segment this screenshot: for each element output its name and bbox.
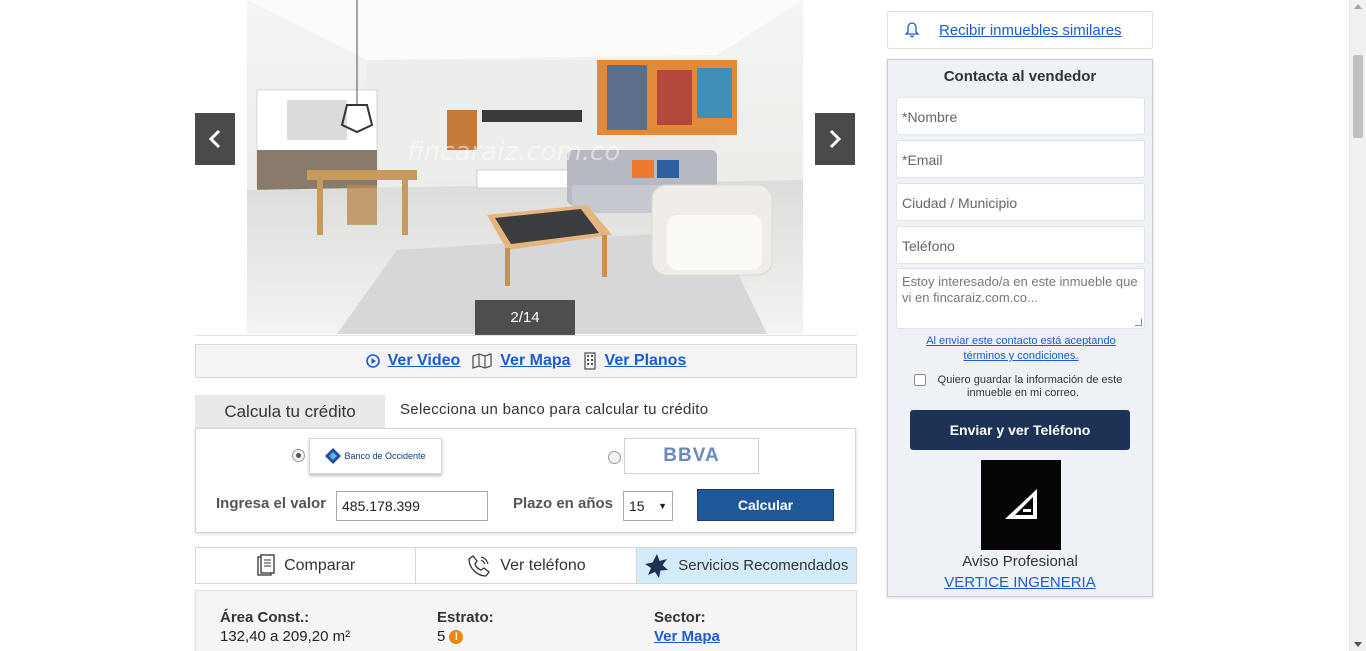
calculate-button[interactable]: Calcular [697,489,834,521]
page-scrollbar[interactable] [1349,0,1366,651]
city-field[interactable]: Ciudad / Municipio [896,183,1145,221]
action-tabs: Comparar Ver teléfono Servicios Recomend… [195,547,857,584]
chevron-left-icon [208,129,221,149]
estrato-label: Estrato: [437,609,494,626]
chevron-right-icon [829,129,842,149]
occidente-logo-icon [325,448,342,464]
view-phone-button[interactable]: Ver teléfono [416,548,637,583]
map-link[interactable]: Ver Mapa [472,352,571,370]
property-photo[interactable]: fincaraiz.com.co [247,0,803,334]
estrato-value: 5 [437,628,446,645]
building-icon [583,352,596,370]
caret-down-icon: ▼ [658,501,667,511]
email-field[interactable]: *Email [896,140,1145,178]
divider [195,335,857,336]
compare-icon [257,553,275,576]
video-link[interactable]: Ver Video [365,352,461,370]
map-icon [472,353,492,369]
contact-title: Contacta al vendedor [943,68,1097,85]
message-placeholder: Estoy interesado/a en este inmueble que … [902,274,1138,305]
play-icon [365,354,380,368]
vertice-logo-icon [1005,489,1037,519]
similar-properties-link[interactable]: Recibir inmuebles similares [939,22,1122,39]
view-phone-label: Ver teléfono [500,556,586,574]
agent-name-link[interactable]: VERTICE INGENERIA [888,574,1152,591]
photo-gallery: fincaraiz.com.co 2/14 [195,0,857,336]
compare-label: Comparar [284,556,356,574]
scroll-thumb[interactable] [1353,55,1363,138]
area-detail: Área Const.: 132,40 a 209,20 m² [220,609,350,645]
save-info-text: Quiero guardar la información de este in… [937,374,1123,399]
photo-counter: 2/14 [475,300,575,335]
credit-tab[interactable]: Calcula tu crédito [195,395,385,428]
plans-link[interactable]: Ver Planos [583,352,687,370]
info-warning-icon[interactable]: ! [449,629,464,644]
phone-field[interactable]: Teléfono [896,226,1145,264]
terms-link[interactable]: Al enviar este contacto está aceptando t… [913,334,1129,364]
sector-detail: Sector: Ver Mapa [654,609,720,645]
scroll-up-icon[interactable] [1354,4,1362,9]
media-links-bar: Ver Video Ver Mapa Ver Planos [195,344,857,378]
plans-link-label: Ver Planos [604,352,687,369]
agent-type: Aviso Profesional [962,553,1078,570]
area-value: 132,40 a 209,20 m² [220,628,351,645]
resize-handle[interactable] [1135,319,1142,326]
star-badge-icon [645,553,669,578]
video-link-label: Ver Video [387,352,461,369]
bell-icon [904,22,920,38]
value-input[interactable]: 485.178.399 [336,491,488,521]
watermark-text: fincaraiz.com.co [407,137,620,167]
name-field[interactable]: *Nombre [896,97,1145,135]
send-and-view-phone-button[interactable]: Enviar y ver Teléfono [910,410,1130,450]
sector-map-link[interactable]: Ver Mapa [654,628,720,645]
living-room-image: fincaraiz.com.co [247,0,803,334]
years-select[interactable]: 15 ▼ [623,491,673,521]
bank-logo-bbva[interactable]: BBVA [624,438,759,474]
phone-icon [468,554,491,577]
recommended-services-label: Servicios Recomendados [678,557,849,574]
map-link-label: Ver Mapa [500,352,571,369]
agent-logo[interactable] [981,460,1061,550]
contact-seller-form: Contacta al vendedor *Nombre *Email Ciud… [887,59,1153,597]
credit-subtitle: Selecciona un banco para calcular tu cré… [400,401,709,418]
years-value: 15 [629,498,645,514]
bank-name-occidente: Banco de Occidente [344,451,426,461]
property-details: Área Const.: 132,40 a 209,20 m² Estrato:… [195,590,857,651]
previous-photo-button[interactable] [195,113,235,165]
scroll-down-icon[interactable] [1354,642,1362,647]
bank-logo-occidente[interactable]: Banco de Occidente [309,438,442,474]
area-label: Área Const.: [220,609,310,626]
years-label: Plazo en años [513,495,614,512]
bank-name-bbva: BBVA [663,445,720,466]
property-page: fincaraiz.com.co 2/14 Ver Video Ver Mapa… [0,0,1366,651]
save-info-label: Quiero guardar la información de este in… [913,374,1133,400]
compare-button[interactable]: Comparar [196,548,417,583]
estrato-value-row: 5 ! [437,628,494,645]
sector-label: Sector: [654,609,706,626]
credit-calculator: Banco de Occidente BBVA Ingresa el valor… [195,428,856,533]
message-field[interactable]: Estoy interesado/a en este inmueble que … [896,268,1145,329]
estrato-detail: Estrato: 5 ! [437,609,494,645]
value-label: Ingresa el valor [216,495,327,512]
bank-radio-occidente[interactable] [292,449,305,462]
next-photo-button[interactable] [815,113,855,165]
bank-radio-bbva[interactable] [608,451,621,464]
recommended-services-tab[interactable]: Servicios Recomendados [636,548,856,583]
similar-properties-box: Recibir inmuebles similares [887,11,1153,49]
